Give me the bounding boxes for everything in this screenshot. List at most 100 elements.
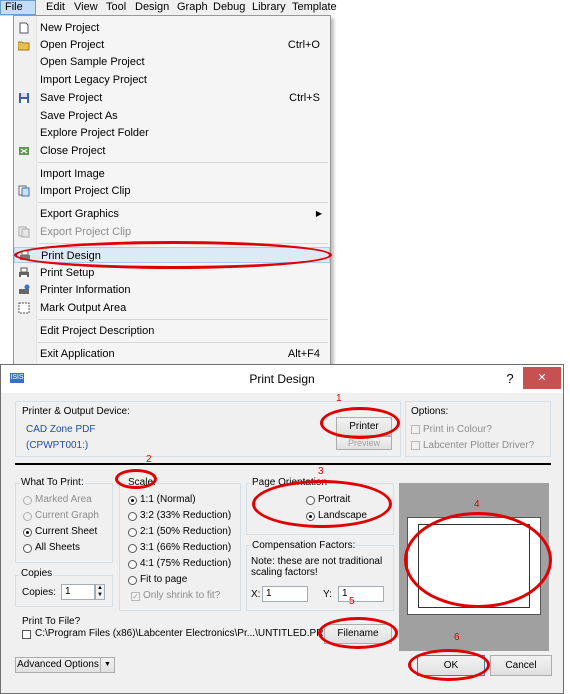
y-factor-input[interactable]: 1: [338, 586, 384, 602]
print-in-colour-label: Print in Colour?: [423, 424, 492, 435]
annotation-number-2: 2: [146, 454, 152, 465]
menu-item-label: Save Project As: [40, 110, 118, 122]
menu-item-export-project-clip[interactable]: Export Project Clip: [14, 224, 330, 240]
radio-scale-4-1[interactable]: [128, 560, 137, 569]
copies-input[interactable]: 1: [61, 584, 95, 600]
print-to-file-checkbox[interactable]: [22, 630, 31, 639]
menu-separator: [38, 319, 328, 320]
menu-item-shortcut: Ctrl+O: [287, 39, 320, 51]
menu-item-open-project[interactable]: Open Project Ctrl+O: [14, 37, 330, 53]
menu-item-mark-output-area[interactable]: Mark Output Area: [14, 300, 330, 316]
menu-item-exit-application[interactable]: Exit Application Alt+F4: [14, 346, 330, 362]
cancel-button[interactable]: Cancel: [490, 655, 552, 676]
copies-field-label: Copies:: [22, 587, 56, 598]
radio-current-graph[interactable]: [23, 512, 32, 521]
menu-file[interactable]: File: [0, 0, 36, 15]
menu-item-label: Import Project Clip: [40, 185, 131, 197]
menu-graph[interactable]: Graph: [175, 0, 210, 15]
menu-design[interactable]: Design: [133, 0, 171, 15]
annotation-circle-print-design: [14, 241, 332, 269]
radio-scale-3-2[interactable]: [128, 512, 137, 521]
menu-item-close-project[interactable]: Close Project: [14, 143, 330, 159]
menu-item-printer-information[interactable]: Printer Information: [14, 282, 330, 298]
menu-item-label: New Project: [40, 22, 100, 34]
menu-item-import-project-clip[interactable]: Import Project Clip: [14, 183, 330, 199]
print-to-file-label: Print To File?: [22, 616, 81, 627]
compensation-label: Compensation Factors:: [251, 540, 357, 551]
shrink-to-fit-checkbox[interactable]: ✓: [131, 592, 140, 601]
close-button[interactable]: ✕: [523, 367, 561, 389]
menu-bar: File Edit View Tool Design Graph Debug L…: [0, 0, 337, 16]
menu-tool[interactable]: Tool: [104, 0, 128, 15]
menu-item-new-project[interactable]: New Project: [14, 20, 330, 36]
copies-spinner[interactable]: ▲ ▼: [95, 584, 105, 600]
printer-info-icon: [19, 284, 30, 294]
file-menu: New Project Open Project Ctrl+O Open Sam…: [13, 15, 331, 367]
dialog-titlebar: ISIS Print Design ? ✕: [1, 365, 563, 393]
radio-scale-3-1[interactable]: [128, 544, 137, 553]
menu-item-label: Open Sample Project: [40, 56, 145, 68]
radio-scale-1-1-label: 1:1 (Normal): [140, 494, 196, 505]
annotation-circle-ok: [408, 649, 490, 681]
radio-scale-2-1[interactable]: [128, 528, 137, 537]
dialog-title: Print Design: [249, 372, 315, 386]
annotation-number-1: 1: [336, 393, 342, 404]
annotation-number-4: 4: [474, 499, 480, 510]
menu-item-edit-project-description[interactable]: Edit Project Description: [14, 323, 330, 339]
radio-marked-area-label: Marked Area: [35, 494, 92, 505]
menu-item-export-graphics[interactable]: Export Graphics ▶: [14, 206, 330, 222]
y-factor-label: Y:: [323, 589, 332, 600]
annotation-circle-preview: [404, 512, 552, 608]
menu-item-import-legacy-project[interactable]: Import Legacy Project: [14, 72, 330, 88]
menu-item-label: Save Project: [40, 92, 103, 104]
menu-item-save-project-as[interactable]: Save Project As: [14, 108, 330, 124]
radio-all-sheets-label: All Sheets: [35, 542, 81, 553]
x-factor-input[interactable]: 1: [262, 586, 308, 602]
menu-item-label: Exit Application: [40, 348, 115, 360]
x-factor-label: X:: [251, 589, 261, 600]
help-button[interactable]: ?: [499, 369, 521, 389]
menu-separator: [38, 342, 328, 343]
save-disk-icon: [19, 93, 29, 103]
printer-output-label: Printer & Output Device:: [21, 406, 131, 417]
menu-item-label: Mark Output Area: [40, 302, 127, 314]
menu-library[interactable]: Library: [250, 0, 288, 15]
radio-scale-1-1[interactable]: [128, 496, 137, 505]
menu-template[interactable]: Template: [290, 0, 339, 15]
radio-current-sheet[interactable]: [23, 528, 32, 537]
radio-marked-area[interactable]: [23, 496, 32, 505]
advanced-options-dropdown-icon[interactable]: ▼: [100, 657, 115, 673]
menu-item-shortcut: Ctrl+S: [289, 92, 320, 104]
menu-debug[interactable]: Debug: [211, 0, 247, 15]
open-folder-icon: [18, 41, 30, 51]
menu-view[interactable]: View: [72, 0, 100, 15]
radio-current-graph-label: Current Graph: [35, 510, 99, 521]
shrink-to-fit-label: Only shrink to fit?: [143, 590, 221, 601]
menu-item-save-project[interactable]: Save Project Ctrl+S: [14, 90, 330, 106]
print-to-file-path: C:\Program Files (x86)\Labcenter Electro…: [35, 628, 331, 639]
radio-current-sheet-label: Current Sheet: [35, 526, 98, 537]
radio-fit-to-page[interactable]: [128, 576, 137, 585]
menu-item-open-sample-project[interactable]: Open Sample Project: [14, 54, 330, 70]
annotation-circle-scale: [115, 469, 157, 489]
import-clip-icon: [18, 185, 30, 197]
menu-item-shortcut: Alt+F4: [287, 348, 320, 360]
print-in-colour-checkbox[interactable]: [411, 425, 420, 434]
menu-item-label: Import Legacy Project: [40, 74, 147, 86]
menu-item-label: Import Image: [40, 168, 105, 180]
menu-item-import-image[interactable]: Import Image: [14, 166, 330, 182]
advanced-options-button[interactable]: Advanced Options: [15, 657, 101, 673]
section-divider: [15, 463, 551, 465]
menu-separator: [38, 202, 328, 203]
menu-item-label: Close Project: [40, 145, 106, 157]
plotter-driver-checkbox[interactable]: [411, 441, 420, 450]
annotation-circle-orientation: [252, 480, 392, 528]
radio-all-sheets[interactable]: [23, 544, 32, 553]
menu-item-explore-project-folder[interactable]: Explore Project Folder: [14, 125, 330, 141]
annotation-number-6: 6: [454, 632, 460, 643]
annotation-number-5: 5: [349, 596, 355, 607]
options-label: Options:: [410, 406, 450, 417]
submenu-arrow-icon: ▶: [315, 209, 322, 218]
menu-item-label: Edit Project Description: [40, 325, 155, 337]
menu-edit[interactable]: Edit: [44, 0, 67, 15]
